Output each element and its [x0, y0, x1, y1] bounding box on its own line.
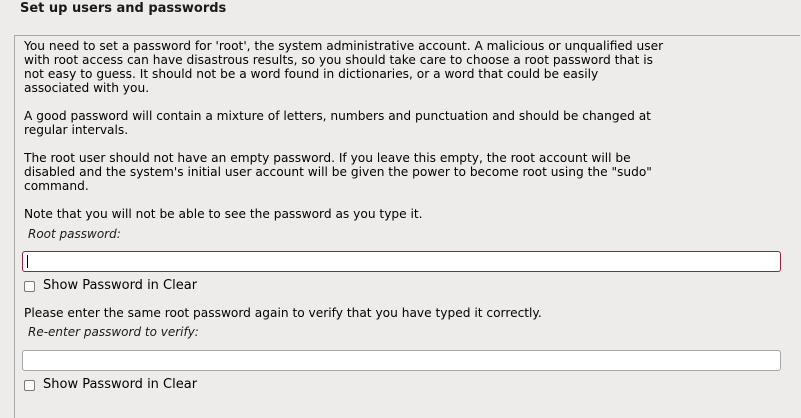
page-title: Set up users and passwords [20, 1, 227, 16]
password-mixture-paragraph: A good password will contain a mixture o… [24, 109, 651, 137]
intro-paragraph: You need to set a password for 'root', t… [24, 39, 664, 95]
verify-password-label: Re-enter password to verify: [28, 325, 199, 339]
show-root-password-checkbox[interactable] [24, 280, 35, 292]
verify-password-input[interactable] [22, 350, 781, 371]
show-root-password-label[interactable]: Show Password in Clear [43, 278, 197, 294]
show-verify-password-toggle[interactable]: Show Password in Clear [24, 377, 197, 393]
root-password-input[interactable] [22, 251, 781, 272]
empty-password-paragraph: The root user should not have an empty p… [24, 151, 652, 193]
root-password-label: Root password: [28, 227, 121, 241]
show-verify-password-checkbox[interactable] [24, 379, 35, 391]
text-caret [27, 255, 28, 268]
verify-instruction: Please enter the same root password agai… [24, 306, 542, 320]
show-verify-password-label[interactable]: Show Password in Clear [43, 377, 197, 393]
hidden-typing-note: Note that you will not be able to see th… [24, 207, 423, 221]
show-root-password-toggle[interactable]: Show Password in Clear [24, 278, 197, 294]
